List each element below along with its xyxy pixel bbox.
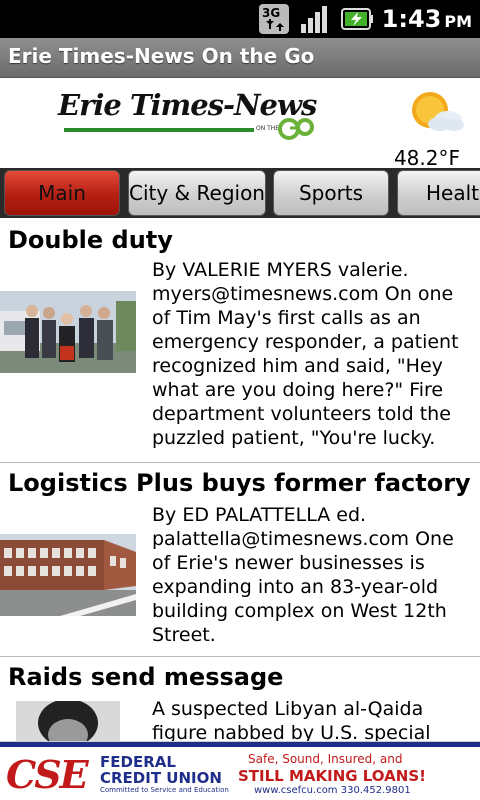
3g-data-icon: 3G [258,4,289,34]
article-item[interactable]: Double duty By VALERIE MYERS valerie. my… [0,218,480,463]
article-summary: By VALERIE MYERS valerie. myers@timesnew… [152,259,459,449]
battery-charging-icon [340,8,373,30]
ad-line1: FEDERAL [100,753,176,771]
tab-label: Main [38,181,86,205]
article-thumbnail[interactable] [0,291,136,373]
tab-label: Sports [298,181,364,205]
clock: 1:43 PM [382,5,472,33]
article-item[interactable]: Logistics Plus buys former factory By ED… [0,463,480,657]
tab-label: Health [426,181,480,205]
logo-rule [64,128,254,132]
article-headline[interactable]: Raids send message [8,663,283,691]
tab-label: City & Region [129,181,265,205]
clock-ampm: PM [444,12,472,31]
clock-time: 1:43 [381,5,442,33]
article-thumbnail[interactable] [0,534,136,616]
article-thumbnail[interactable] [16,701,120,741]
app-title-bar: Erie Times-News On the Go [0,38,480,78]
go-logo-icon [278,118,314,140]
app-title: Erie Times-News On the Go [8,44,315,68]
section-tab-bar: Main City & Region Sports Health [0,168,480,218]
ad-right-line1: Safe, Sound, Insured, and [248,752,403,766]
ad-top-bar [0,742,480,747]
ad-right-line2: STILL MAKING LOANS! [238,767,426,785]
ad-banner[interactable]: CSE FEDERAL CREDIT UNION Committed to Se… [0,741,480,800]
tab-main[interactable]: Main [4,170,120,216]
ad-brand: CSE [6,752,89,797]
tab-city-region[interactable]: City & Region [128,170,266,216]
tab-health[interactable]: Health [397,170,480,216]
svg-text:3G: 3G [262,6,280,20]
article-headline[interactable]: Logistics Plus buys former factory [8,469,471,497]
article-summary: By ED PALATTELLA ed. palattella@timesnew… [152,504,454,646]
article-headline[interactable]: Double duty [8,226,173,254]
tab-sports[interactable]: Sports [273,170,389,216]
article-item[interactable]: Raids send message A suspected Libyan al… [0,657,480,768]
ad-brand-name: FEDERAL CREDIT UNION [100,754,222,786]
ad-right-line3: www.csefcu.com 330.452.9801 [254,785,411,796]
status-bar: 3G 1:43 PM [0,0,480,38]
logo-sub: ON THE [256,125,280,132]
ad-tagline: Committed to Service and Education [100,786,229,794]
erie-times-news-logo[interactable]: Erie Times-News ON THE [58,84,318,150]
header: Erie Times-News ON THE 48.2°F [0,78,480,170]
ad-line2: CREDIT UNION [100,769,222,787]
signal-strength-icon [300,6,327,33]
partly-cloudy-icon[interactable] [402,86,466,140]
temperature: 48.2°F [393,146,460,170]
